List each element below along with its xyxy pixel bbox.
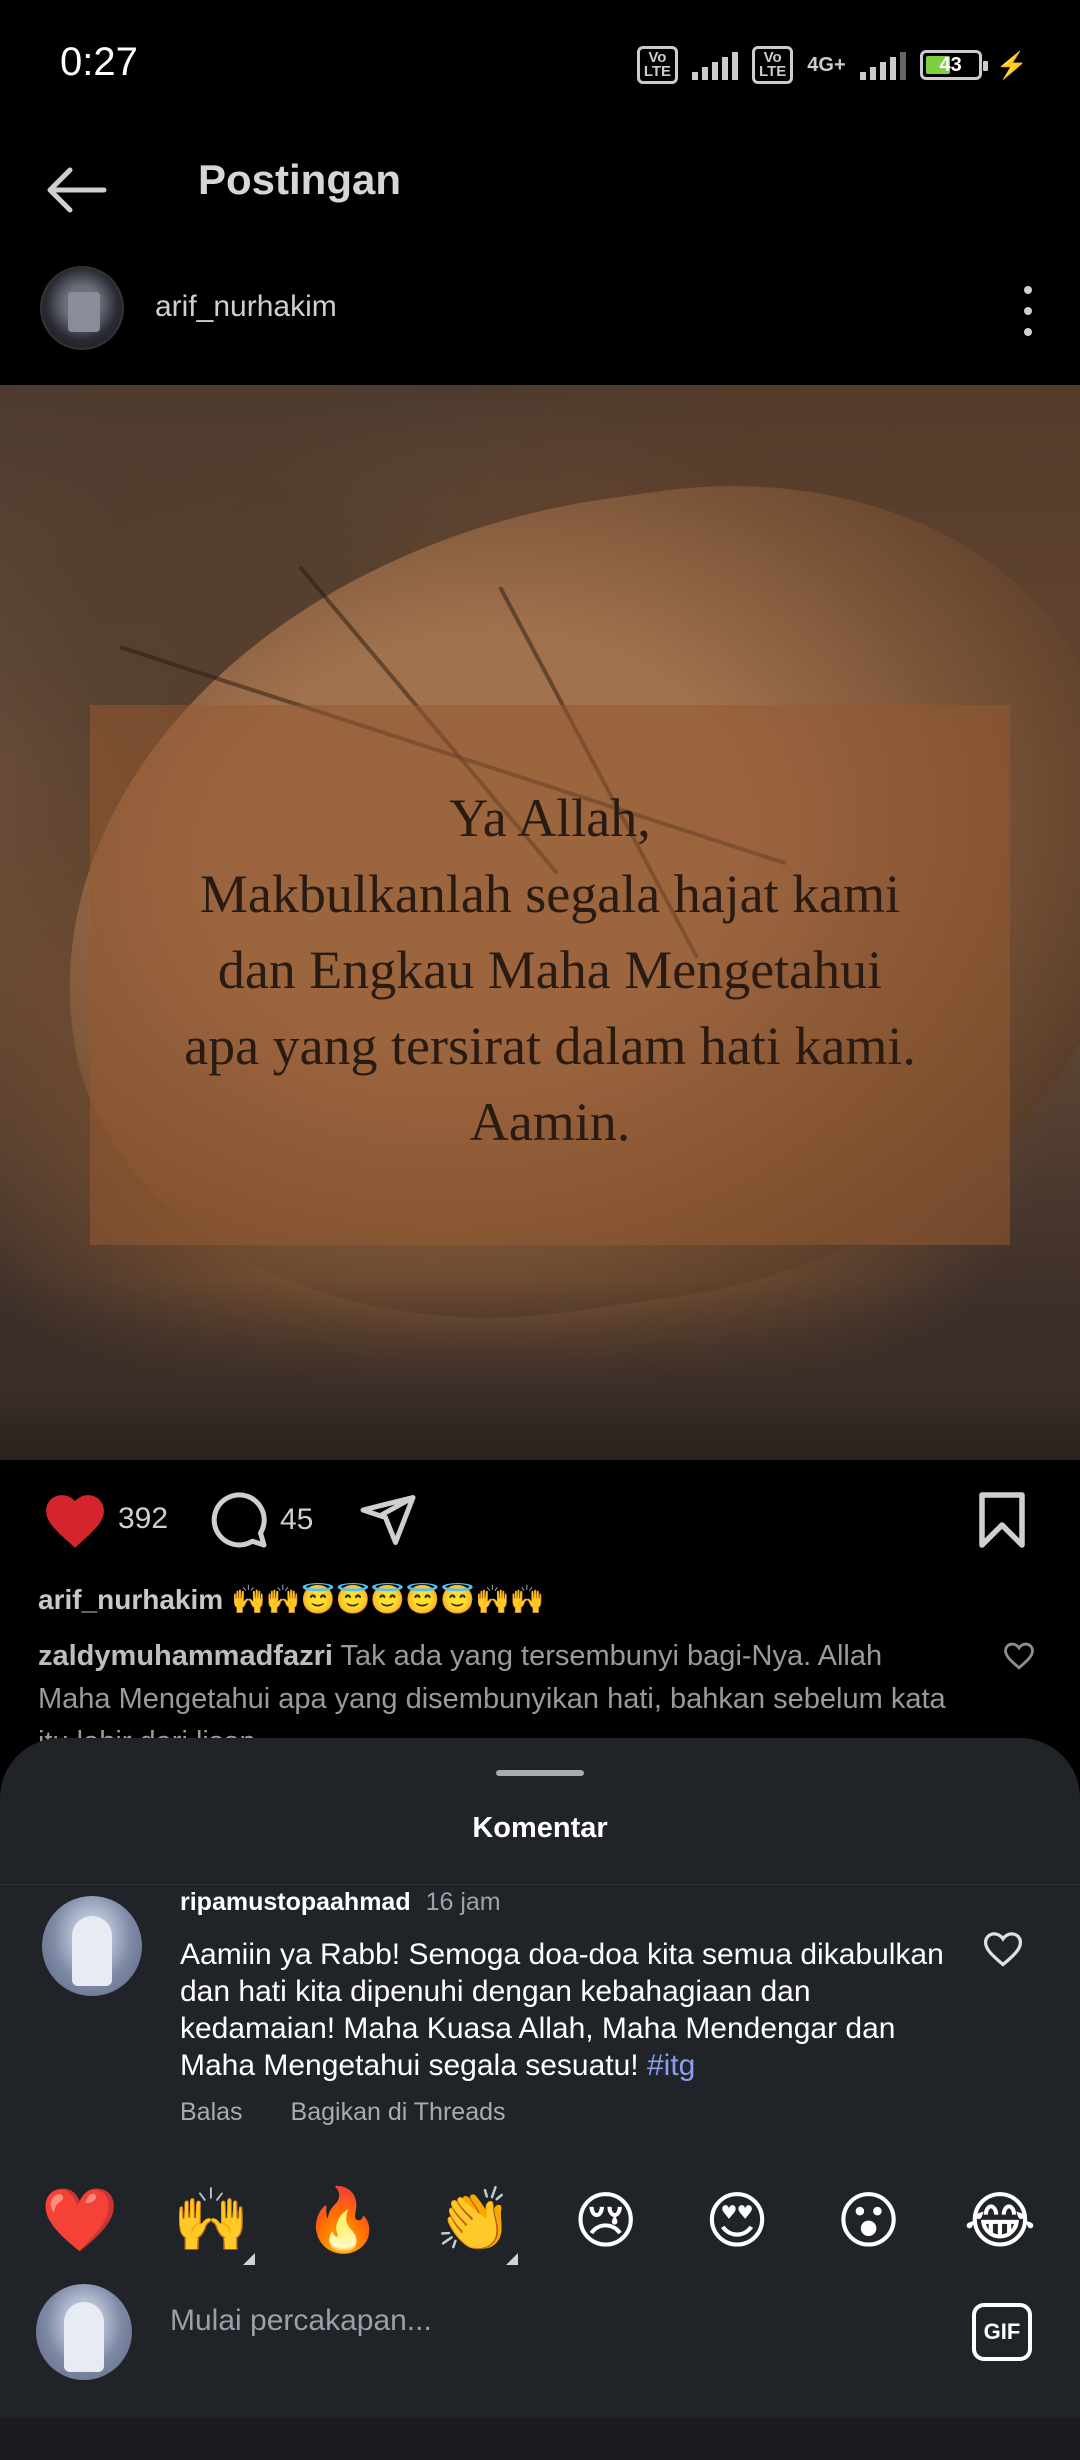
- top-app-bar: Postingan: [0, 130, 1080, 250]
- caption-username[interactable]: arif_nurhakim: [38, 1584, 223, 1615]
- sheet-drag-handle[interactable]: [496, 1770, 584, 1776]
- top-comment-username[interactable]: zaldymuhammadfazri: [38, 1640, 333, 1672]
- more-options-button[interactable]: [1018, 286, 1038, 336]
- author-username[interactable]: arif_nurhakim: [155, 290, 337, 324]
- network-type: 4G+: [807, 53, 846, 76]
- comments-sheet: Komentar ripamustopaahmad 16 jam Aamiin …: [0, 1738, 1080, 2460]
- post-caption: arif_nurhakim 🙌🙌😇😇😇😇😇🙌🙌: [38, 1583, 545, 1616]
- back-button[interactable]: [40, 160, 110, 220]
- save-action: [976, 1490, 1028, 1550]
- bookmark-icon[interactable]: [976, 1490, 1028, 1550]
- gif-button[interactable]: GIF: [972, 2303, 1032, 2361]
- comment-timestamp: 16 jam: [425, 1888, 501, 1916]
- heart-filled-icon[interactable]: [42, 1490, 108, 1548]
- more-dot-icon: [1024, 307, 1032, 315]
- comment-body: Aamiin ya Rabb! Semoga doa-doa kita semu…: [180, 1936, 950, 2084]
- reaction-fire[interactable]: 🔥: [303, 2183, 383, 2257]
- commenter-username[interactable]: ripamustopaahmad: [180, 1888, 411, 1916]
- reaction-heart[interactable]: ❤️: [40, 2183, 120, 2257]
- quote-line: Makbulkanlah segala hajat kami: [199, 864, 901, 924]
- author-avatar[interactable]: [40, 266, 124, 350]
- comment-count[interactable]: 45: [280, 1503, 313, 1537]
- battery-level: 43: [939, 53, 962, 76]
- comment-like-button[interactable]: [981, 1928, 1025, 1973]
- charging-icon: ⚡: [995, 49, 1028, 80]
- system-nav-bar: [0, 2418, 1080, 2460]
- signal-icon: [859, 50, 906, 80]
- heart-outline-icon: [983, 1932, 1023, 1967]
- comment-action: 45: [208, 1490, 313, 1550]
- quote-text: Ya Allah, Makbulkanlah segala hajat kami…: [90, 780, 1010, 1160]
- status-time: 0:27: [60, 40, 138, 84]
- quote-line: Ya Allah,: [449, 788, 651, 848]
- battery-icon: 43: [919, 50, 988, 80]
- quote-line: apa yang tersirat dalam hati kami.: [184, 1016, 916, 1076]
- reaction-raised-hands[interactable]: 🙌: [171, 2183, 256, 2265]
- send-icon[interactable]: [356, 1490, 420, 1550]
- quote-line: Aamin.: [469, 1092, 631, 1152]
- heart-outline-icon: [1004, 1642, 1034, 1670]
- share-threads-button[interactable]: Bagikan di Threads: [291, 2098, 506, 2127]
- like-count[interactable]: 392: [118, 1502, 168, 1536]
- comment-icon[interactable]: [208, 1490, 270, 1550]
- volte-icon: Vo LTE: [636, 46, 679, 84]
- quote-line: dan Engkau Maha Mengetahui: [217, 940, 883, 1000]
- reply-button[interactable]: Balas: [180, 2098, 243, 2127]
- arrow-left-icon: [47, 167, 107, 213]
- post-image[interactable]: Ya Allah, Makbulkanlah segala hajat kami…: [0, 385, 1080, 1460]
- post-actions: 392 45: [0, 1460, 1080, 1580]
- ground-shadow: [0, 1280, 1080, 1460]
- comment-hashtag[interactable]: #itg: [647, 2049, 695, 2082]
- caption-text: 🙌🙌😇😇😇😇😇🙌🙌: [230, 1584, 545, 1615]
- status-icons: Vo LTE Vo LTE 4G+ 43 ⚡: [636, 46, 1028, 84]
- comment-actions: Balas Bagikan di Threads: [180, 2098, 506, 2127]
- reaction-crying[interactable]: 😢: [566, 2184, 646, 2257]
- status-bar: 0:27 Vo LTE Vo LTE 4G+ 43 ⚡: [0, 0, 1080, 130]
- page-title: Postingan: [198, 156, 402, 203]
- more-dot-icon: [1024, 286, 1032, 294]
- sheet-divider: [0, 1884, 1080, 1885]
- volte-icon: Vo LTE: [752, 46, 794, 84]
- reaction-clap[interactable]: 👏: [434, 2183, 519, 2265]
- share-action: [356, 1490, 420, 1550]
- more-dot-icon: [1024, 328, 1032, 336]
- post-author-row: arif_nurhakim: [0, 250, 1080, 385]
- signal-icon: [692, 50, 739, 80]
- commenter-avatar[interactable]: [42, 1896, 142, 1996]
- comment-input[interactable]: [170, 2304, 930, 2338]
- reaction-surprised[interactable]: 😮: [829, 2184, 909, 2257]
- like-action: 392: [42, 1490, 168, 1548]
- quick-reactions: ❤️ 🙌 🔥 👏 😢 😍 😮 😂: [40, 2182, 1040, 2265]
- comment-header: ripamustopaahmad 16 jam: [180, 1888, 501, 1917]
- sheet-title: Komentar: [472, 1812, 608, 1844]
- reaction-heart-eyes[interactable]: 😍: [697, 2184, 777, 2257]
- top-comment-like-button[interactable]: [1002, 1640, 1036, 1675]
- reaction-laughing[interactable]: 😂: [960, 2184, 1040, 2257]
- my-avatar: [36, 2284, 132, 2380]
- comment-text: Aamiin ya Rabb! Semoga doa-doa kita semu…: [180, 1938, 944, 2082]
